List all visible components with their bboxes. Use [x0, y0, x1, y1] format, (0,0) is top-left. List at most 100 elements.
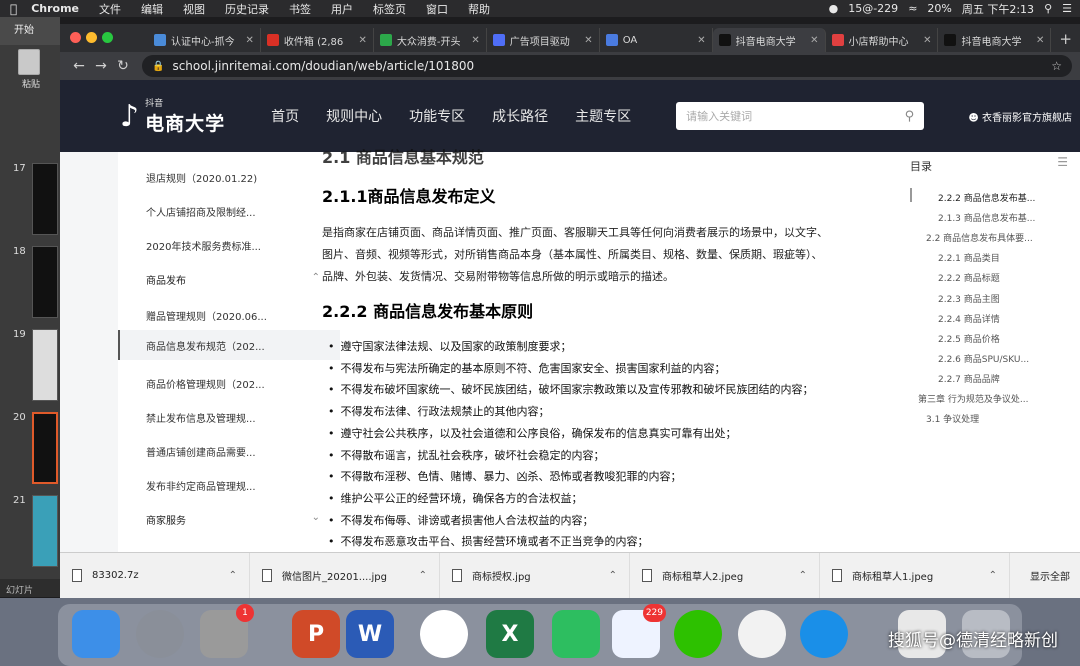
tab-close-icon[interactable]: ✕	[923, 35, 931, 46]
toc-item[interactable]: 2.2.6 商品SPU/SKU...	[938, 352, 1029, 365]
tab-close-icon[interactable]: ✕	[358, 35, 366, 46]
menu-app-name[interactable]: Chrome	[31, 2, 79, 15]
toc-item[interactable]: 2.1.3 商品信息发布基...	[938, 211, 1035, 224]
chevron-up-icon[interactable]: ⌃	[609, 570, 617, 581]
toc-item[interactable]: 第三章 行为规范及争议处...	[918, 392, 1028, 405]
menu-view[interactable]: 视图	[183, 1, 205, 17]
menu-file[interactable]: 文件	[99, 1, 121, 17]
download-item[interactable]: 商标授权.jpg ⌃	[440, 552, 630, 599]
wechat-icon[interactable]	[674, 610, 722, 658]
chevron-up-icon[interactable]: ⌃	[229, 570, 237, 581]
minimize-window-icon[interactable]	[86, 32, 97, 43]
menu-help[interactable]: 帮助	[468, 1, 490, 17]
tab[interactable]: 抖音电商大学 ✕	[938, 28, 1052, 52]
status-input[interactable]: 15@-229	[848, 2, 898, 15]
word-icon[interactable]: W	[346, 610, 394, 658]
menu-window[interactable]: 窗口	[426, 1, 448, 17]
menu-edit[interactable]: 编辑	[141, 1, 163, 17]
chevron-down-icon[interactable]: ⌄	[312, 512, 320, 523]
sidebar-item-active[interactable]: 商品信息发布规范（202...	[118, 330, 340, 360]
chrome-icon[interactable]	[420, 610, 468, 658]
tab-close-icon[interactable]: ✕	[1036, 35, 1044, 46]
new-tab-icon[interactable]: +	[1051, 30, 1080, 52]
sidebar-item[interactable]: 发布非约定商品管理规...	[146, 478, 256, 493]
show-all-downloads-button[interactable]: 显示全部	[1030, 568, 1070, 583]
sidebar-item[interactable]: 个人店铺招商及限制经...	[146, 204, 256, 219]
tab[interactable]: 广告项目驱动 ✕	[487, 28, 600, 52]
toc-item-active[interactable]: 2.2.2 商品信息发布基...	[938, 191, 1035, 204]
bookmark-star-icon[interactable]: ☆	[1051, 59, 1062, 73]
site-logo[interactable]: ♪ 抖音 电商大学	[120, 96, 225, 136]
toc-item[interactable]: 2.2.3 商品主图	[938, 292, 1000, 305]
nav-topics[interactable]: 主题专区	[575, 106, 631, 126]
tab-close-icon[interactable]: ✕	[246, 35, 254, 46]
sidebar-item[interactable]: 退店规则（2020.01.22)	[146, 170, 257, 185]
reload-icon[interactable]: ↻	[112, 58, 134, 74]
maximize-window-icon[interactable]	[102, 32, 113, 43]
tab-close-icon[interactable]: ✕	[471, 35, 479, 46]
lock-icon[interactable]: 🔒	[152, 61, 164, 72]
tab-active[interactable]: 抖音电商大学 ✕	[712, 28, 826, 52]
control-center-icon[interactable]: ☰	[1062, 2, 1072, 15]
search-input[interactable]: 请输入关键词 ⚲	[676, 102, 925, 130]
nav-features[interactable]: 功能专区	[409, 106, 465, 126]
menu-user[interactable]: 用户	[331, 1, 353, 17]
tab-close-icon[interactable]: ✕	[584, 35, 592, 46]
toc-menu-icon[interactable]: ☰	[1057, 155, 1068, 169]
sidebar-item[interactable]: 商品价格管理规则（202...	[146, 376, 265, 391]
slide-thumbnail[interactable]	[32, 329, 58, 401]
battery-status[interactable]: 20%	[927, 2, 951, 15]
nav-home[interactable]: 首页	[271, 106, 299, 126]
menu-bookmarks[interactable]: 书签	[289, 1, 311, 17]
sidebar-item[interactable]: 禁止发布信息及管理规...	[146, 410, 256, 425]
toc-item[interactable]: 2.2 商品信息发布具体要...	[926, 231, 1033, 244]
toc-item[interactable]: 2.2.7 商品品牌	[938, 372, 1000, 385]
toc-item[interactable]: 2.2.2 商品标题	[938, 271, 1000, 284]
evernote-icon[interactable]	[552, 610, 600, 658]
ticktick-icon[interactable]	[738, 610, 786, 658]
tab[interactable]: 收件箱 (2,86 ✕	[261, 28, 374, 52]
toc-item[interactable]: 3.1 争议处理	[926, 412, 979, 425]
nav-rules[interactable]: 规则中心	[326, 106, 382, 126]
tab[interactable]: 小店帮助中心 ✕	[826, 28, 939, 52]
feishu-icon[interactable]: 229	[612, 604, 666, 658]
excel-icon[interactable]: X	[486, 610, 534, 658]
tab-close-icon[interactable]: ✕	[810, 35, 818, 46]
slide-thumbnail[interactable]	[32, 495, 58, 567]
sidebar-group[interactable]: 商家服务	[146, 512, 186, 527]
download-item[interactable]: 商标租草人2.jpeg ⌃	[630, 552, 820, 599]
menu-tabs[interactable]: 标签页	[373, 1, 406, 17]
toc-item[interactable]: 2.2.4 商品详情	[938, 312, 1000, 325]
ppt-ribbon-tab[interactable]: 开始	[0, 17, 60, 45]
slide-thumbnail[interactable]	[32, 246, 58, 318]
download-item[interactable]: 微信图片_20201....jpg ⌃	[250, 552, 440, 599]
toc-item[interactable]: 2.2.5 商品价格	[938, 332, 1000, 345]
address-bar[interactable]: 🔒 school.jinritemai.com/doudian/web/arti…	[142, 55, 1072, 77]
wechat-status-icon[interactable]: ●	[829, 2, 839, 15]
sidebar-group[interactable]: 商品发布	[146, 272, 186, 287]
shop-account[interactable]: ☻ 衣香丽影官方旗舰店	[968, 109, 1072, 124]
search-icon[interactable]: ⚲	[905, 109, 915, 124]
finder-icon[interactable]	[72, 610, 120, 658]
system-preferences-icon[interactable]: 1	[200, 604, 254, 658]
clock[interactable]: 周五 下午2:13	[962, 1, 1034, 17]
apple-icon[interactable]: 	[10, 2, 17, 16]
chevron-up-icon[interactable]: ⌃	[799, 570, 807, 581]
tab[interactable]: 认证中心-抓今 ✕	[148, 28, 261, 52]
sidebar-item[interactable]: 2020年技术服务费标准...	[146, 238, 261, 253]
download-item[interactable]: 商标租草人1.jpeg ⌃	[820, 552, 1010, 599]
chevron-up-icon[interactable]: ⌃	[312, 272, 320, 283]
tab[interactable]: OA ✕	[600, 28, 713, 52]
sidebar-item[interactable]: 赠品管理规则（2020.06...	[146, 308, 267, 323]
nav-growth[interactable]: 成长路径	[492, 106, 548, 126]
powerpoint-icon[interactable]: P	[292, 610, 340, 658]
sidebar-item[interactable]: 普通店铺创建商品需要...	[146, 444, 256, 459]
tab-close-icon[interactable]: ✕	[697, 35, 705, 46]
back-icon[interactable]: ←	[68, 58, 90, 74]
wifi-icon[interactable]: ≈	[908, 2, 917, 15]
spotlight-icon[interactable]: ⚲	[1044, 2, 1052, 15]
qq-icon[interactable]	[800, 610, 848, 658]
tab[interactable]: 大众消费-开头 ✕	[374, 28, 487, 52]
download-item[interactable]: 83302.7z ⌃	[60, 552, 250, 599]
forward-icon[interactable]: →	[90, 58, 112, 74]
